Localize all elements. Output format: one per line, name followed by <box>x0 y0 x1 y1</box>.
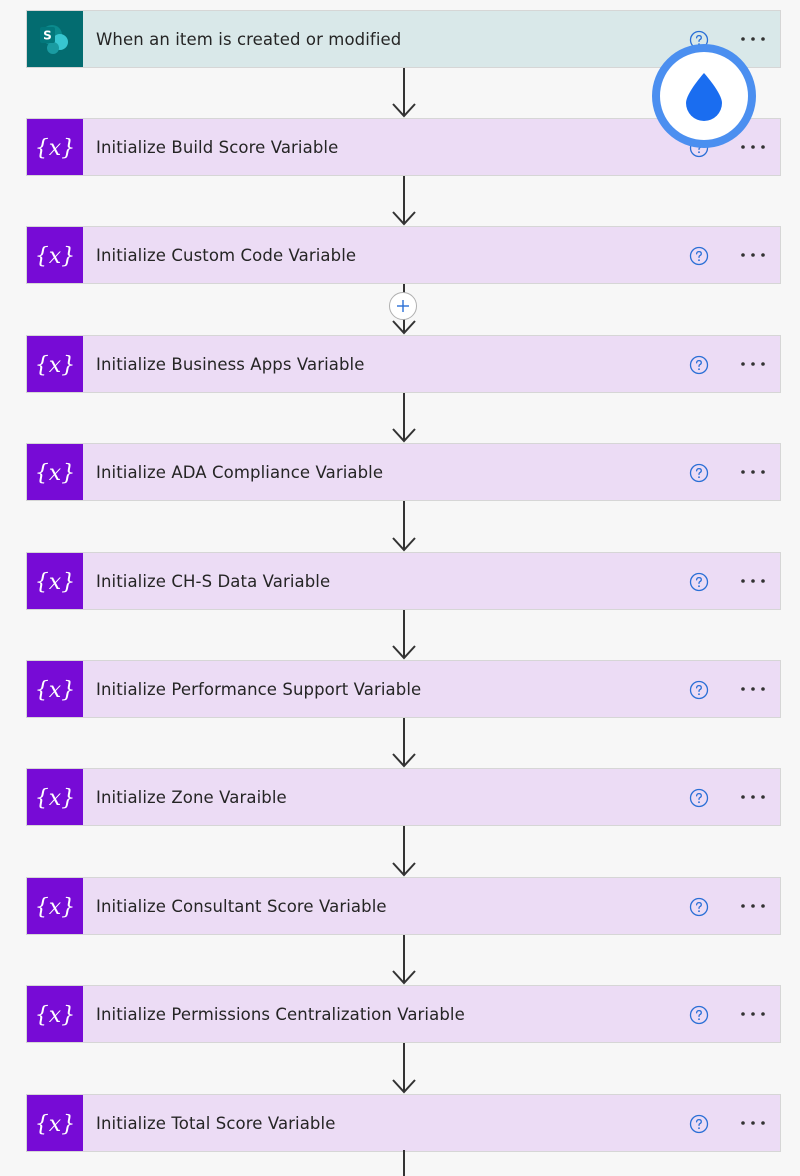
variable-glyph: {x} <box>35 786 75 811</box>
trigger-title: When an item is created or modified <box>96 29 402 49</box>
help-icon[interactable] <box>689 355 709 375</box>
variable-glyph: {x} <box>35 895 75 920</box>
more-options-icon[interactable] <box>739 1010 767 1018</box>
flow-connector-arrow <box>392 610 416 660</box>
action-title: Initialize CH-S Data Variable <box>96 571 331 591</box>
action-title: Initialize Permissions Centralization Va… <box>96 1004 465 1024</box>
flow-connector-arrow <box>392 501 416 552</box>
help-icon[interactable] <box>689 897 709 917</box>
action-title: Initialize Zone Varaible <box>96 787 287 807</box>
add-step-icon <box>397 300 409 312</box>
help-icon[interactable] <box>689 246 709 266</box>
variable-glyph: {x} <box>35 570 75 595</box>
variable-glyph: {x} <box>35 1003 75 1028</box>
water-drop-icon <box>686 73 722 121</box>
variable-icon: {x} <box>27 878 83 934</box>
variable-icon: {x} <box>27 1095 83 1151</box>
action-card[interactable]: {x} Initialize CH-S Data Variable <box>26 552 781 610</box>
more-options-icon[interactable] <box>739 251 767 259</box>
help-icon[interactable] <box>689 788 709 808</box>
variable-glyph: {x} <box>35 678 75 703</box>
flow-connector-arrow <box>392 826 416 877</box>
variable-glyph: {x} <box>35 1112 75 1137</box>
help-icon[interactable] <box>689 1114 709 1134</box>
variable-icon: {x} <box>27 986 83 1042</box>
flow-connector-arrow <box>392 718 416 768</box>
variable-icon: {x} <box>27 336 83 392</box>
action-card[interactable]: {x} Initialize ADA Compliance Variable <box>26 443 781 501</box>
action-card[interactable]: {x} Initialize Zone Varaible <box>26 768 781 826</box>
action-title: Initialize Consultant Score Variable <box>96 896 387 916</box>
flow-connector-arrow <box>392 393 416 443</box>
action-title: Initialize Business Apps Variable <box>96 354 365 374</box>
help-icon[interactable] <box>689 1005 709 1025</box>
more-options-icon[interactable] <box>739 35 767 43</box>
sharepoint-letter: S <box>43 29 52 43</box>
action-card[interactable]: {x} Initialize Business Apps Variable <box>26 335 781 393</box>
more-options-icon[interactable] <box>739 143 767 151</box>
more-options-icon[interactable] <box>739 1119 767 1127</box>
variable-icon: {x} <box>27 769 83 825</box>
more-options-icon[interactable] <box>739 360 767 368</box>
variable-icon: {x} <box>27 553 83 609</box>
variable-icon: {x} <box>27 444 83 500</box>
variable-glyph: {x} <box>35 353 75 378</box>
action-card[interactable]: {x} Initialize Consultant Score Variable <box>26 877 781 935</box>
more-options-icon[interactable] <box>739 902 767 910</box>
more-options-icon[interactable] <box>739 685 767 693</box>
action-title: Initialize Custom Code Variable <box>96 245 357 265</box>
variable-icon: {x} <box>27 661 83 717</box>
flow-connector-end <box>403 1150 405 1176</box>
flow-connector-arrow <box>392 1043 416 1094</box>
variable-glyph: {x} <box>35 244 75 269</box>
add-step-button[interactable] <box>389 292 417 320</box>
help-icon[interactable] <box>689 463 709 483</box>
action-card[interactable]: {x} Initialize Performance Support Variab… <box>26 660 781 718</box>
action-card[interactable]: {x} Initialize Custom Code Variable <box>26 226 781 284</box>
help-icon[interactable] <box>689 572 709 592</box>
flow-connector-arrow <box>392 176 416 226</box>
water-drop-overlay[interactable] <box>652 44 756 148</box>
action-title: Initialize ADA Compliance Variable <box>96 462 384 482</box>
action-title: Initialize Total Score Variable <box>96 1113 336 1133</box>
more-options-icon[interactable] <box>739 577 767 585</box>
variable-icon: {x} <box>27 119 83 175</box>
flow-connector-arrow <box>392 68 416 118</box>
flow-canvas: S When an item is created or modified {x… <box>0 0 800 1176</box>
variable-glyph: {x} <box>35 461 75 486</box>
help-icon[interactable] <box>689 680 709 700</box>
more-options-icon[interactable] <box>739 468 767 476</box>
action-card[interactable]: {x} Initialize Total Score Variable <box>26 1094 781 1152</box>
variable-icon: {x} <box>27 227 83 283</box>
variable-glyph: {x} <box>35 136 75 161</box>
more-options-icon[interactable] <box>739 793 767 801</box>
flow-connector-arrow <box>392 935 416 985</box>
sharepoint-icon: S <box>27 11 83 67</box>
action-title: Initialize Performance Support Variable <box>96 679 422 699</box>
action-card[interactable]: {x} Initialize Permissions Centralization… <box>26 985 781 1043</box>
